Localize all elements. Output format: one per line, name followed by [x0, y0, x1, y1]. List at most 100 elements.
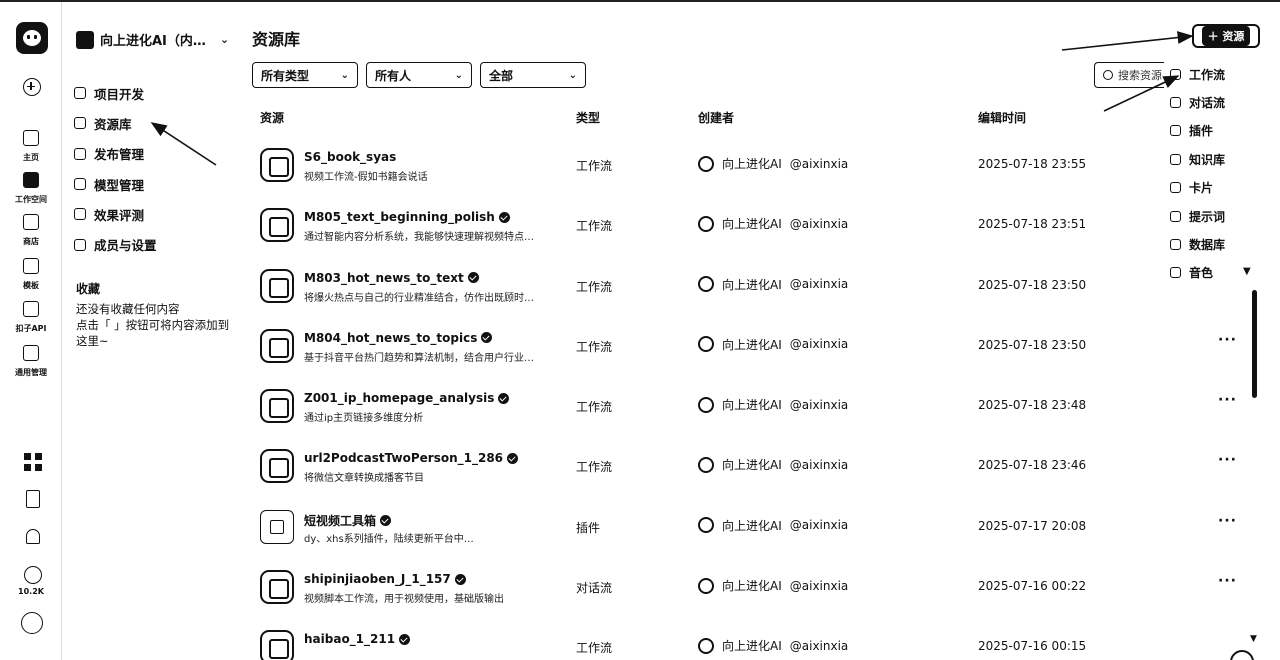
- sidebar-item-label: 资源库: [94, 116, 132, 132]
- rail-item-manage[interactable]: 通用管理: [0, 345, 62, 378]
- sidebar-item-publish[interactable]: 发布管理: [74, 139, 234, 169]
- creator-handle: @aixinxia: [789, 397, 849, 412]
- menu-item-plugin[interactable]: 插件: [1164, 117, 1260, 145]
- creator-handle: @aixinxia: [789, 156, 849, 171]
- table-row[interactable]: M804_hot_news_to_topics 基于抖音平台热门趋势和算法机制，结…: [240, 314, 1250, 374]
- menu-item-knowledge[interactable]: 知识库: [1164, 145, 1260, 173]
- resource-type: 工作流: [576, 400, 613, 415]
- workspace-name: 向上进化AI（内…: [100, 34, 206, 49]
- rail-item-home[interactable]: 主页: [0, 130, 62, 163]
- voice-icon: [1170, 267, 1181, 279]
- sidebar-item-project[interactable]: 项目开发: [74, 78, 234, 108]
- table-row[interactable]: 短视频工具箱 dy、xhs系列插件，陆续更新平台中… 插件 向上进化AI @aixinx…: [240, 495, 1250, 555]
- menu-item-workflow[interactable]: 工作流: [1164, 60, 1260, 88]
- edit-time: 2025-07-17 20:08: [978, 518, 1087, 533]
- more-actions-button[interactable]: ···: [1218, 513, 1237, 529]
- menu-item-chatflow[interactable]: 对话流: [1164, 88, 1260, 116]
- search-input[interactable]: 搜索资源: [1094, 62, 1174, 88]
- star-icon[interactable]: [24, 566, 42, 584]
- home-icon: [23, 130, 39, 146]
- column-header-type: 类型: [576, 111, 601, 125]
- sidebar-item-evaluation[interactable]: 效果评测: [74, 199, 234, 229]
- scroll-down-icon[interactable]: ▼: [1250, 634, 1257, 644]
- rail-item-store[interactable]: 商店: [0, 214, 62, 247]
- sidebar-item-library[interactable]: 资源库: [74, 108, 234, 138]
- resource-name: M803_hot_news_to_text: [304, 271, 479, 285]
- apps-grid-icon[interactable]: [24, 453, 42, 471]
- resource-name: haibao_1_211: [304, 632, 411, 646]
- pin-icon[interactable]: ▼: [1243, 266, 1251, 277]
- table-row[interactable]: Z001_ip_homepage_analysis 通过ip主页链接多维度分析 工作…: [240, 374, 1250, 434]
- resource-description: 基于抖音平台热门趋势和算法机制，结合用户行业…: [304, 352, 534, 364]
- resource-type: 工作流: [576, 339, 613, 354]
- menu-item-card[interactable]: 卡片: [1164, 174, 1260, 202]
- workspace-icon: [23, 172, 39, 188]
- bell-icon[interactable]: [26, 529, 40, 544]
- manage-icon: [23, 345, 39, 361]
- creator-avatar: [698, 577, 714, 594]
- store-icon: [23, 214, 39, 230]
- creator-avatar: [698, 155, 714, 172]
- more-actions-button[interactable]: ···: [1218, 332, 1237, 348]
- table-row[interactable]: haibao_1_211 工作流 向上进化AI @aixinxia 2025-07-16…: [240, 615, 1250, 660]
- rail-item-workspace[interactable]: 工作空间: [0, 172, 62, 205]
- scrollbar[interactable]: [1252, 290, 1257, 398]
- table-row[interactable]: S6_book_syas 视频工作流-假如书籍会说话 工作流 向上进化AI @aixin…: [240, 133, 1250, 193]
- more-actions-button[interactable]: ···: [1218, 392, 1237, 408]
- resource-name: M804_hot_news_to_topics: [304, 331, 493, 345]
- sidebar-item-label: 效果评测: [94, 207, 145, 223]
- creator-avatar: [698, 517, 714, 534]
- user-avatar[interactable]: [21, 612, 43, 634]
- more-actions-button[interactable]: ···: [1218, 452, 1237, 468]
- type-filter-select[interactable]: 所有类型 ⌄: [252, 62, 358, 88]
- members-icon: [74, 238, 86, 251]
- app-logo[interactable]: [16, 22, 48, 54]
- menu-item-label: 数据库: [1189, 238, 1226, 253]
- resource-name-text: url2PodcastTwoPerson_1_286: [304, 451, 504, 466]
- creator-name: 向上进化AI: [722, 579, 782, 594]
- rail-label: 扣子API: [15, 324, 47, 333]
- resource-creator: 向上进化AI @aixinxia: [698, 637, 848, 654]
- model-icon: [74, 178, 86, 191]
- table-header: 资源 类型 创建者 编辑时间: [252, 109, 1032, 129]
- owner-filter-select[interactable]: 所有人 ⌄: [366, 62, 472, 88]
- table-row[interactable]: M805_text_beginning_polish 通过智能内容分析系统，我能够…: [240, 193, 1250, 253]
- rail-item-api[interactable]: 扣子API: [0, 301, 62, 334]
- resource-name-text: Z001_ip_homepage_analysis: [304, 391, 495, 406]
- workspace-switcher[interactable]: 向上进化AI（内… ⌄: [76, 30, 229, 49]
- rail-item-template[interactable]: 模板: [0, 258, 62, 291]
- sidebar-item-label: 项目开发: [94, 86, 145, 102]
- table-row[interactable]: url2PodcastTwoPerson_1_286 将微信文章转换成播客节目 工作…: [240, 434, 1250, 494]
- rail-label: 工作空间: [15, 195, 47, 204]
- create-plus-icon[interactable]: [23, 78, 41, 96]
- search-icon: [1103, 70, 1113, 80]
- resource-name: 短视频工具箱: [304, 512, 392, 529]
- verified-badge-icon: [399, 633, 411, 645]
- menu-item-database[interactable]: 数据库: [1164, 230, 1260, 258]
- menu-item-prompt[interactable]: 提示词: [1164, 202, 1260, 230]
- workflow-icon: [260, 148, 294, 182]
- sidebar-item-members[interactable]: 成员与设置: [74, 229, 234, 259]
- rail-label: 模板: [23, 281, 39, 290]
- table-row[interactable]: M803_hot_news_to_text 将爆火热点与自己的行业精准结合，仿作出…: [240, 254, 1250, 314]
- status-filter-select[interactable]: 全部 ⌄: [480, 62, 586, 88]
- chevron-down-icon: ⌄: [568, 69, 577, 81]
- resource-name-text: M803_hot_news_to_text: [304, 270, 464, 285]
- edit-time: 2025-07-16 00:22: [978, 579, 1087, 594]
- menu-item-label: 知识库: [1189, 152, 1226, 167]
- more-actions-button[interactable]: ···: [1218, 573, 1237, 589]
- verified-badge-icon: [507, 452, 519, 464]
- verified-badge-icon: [481, 332, 493, 344]
- add-resource-button[interactable]: ＋ 资源: [1192, 24, 1260, 48]
- workspace-sidebar: 向上进化AI（内… ⌄ 项目开发 资源库 发布管理 模型管理 效果评测 成员与设…: [62, 2, 240, 660]
- table-row[interactable]: shipinjiaoben_J_1_157 视频脚本工作流，用于视频使用，基础版输…: [240, 555, 1250, 615]
- resource-name: url2PodcastTwoPerson_1_286: [304, 451, 519, 466]
- workflow-icon: [260, 449, 294, 484]
- sidebar-item-model[interactable]: 模型管理: [74, 169, 234, 199]
- edit-time: 2025-07-18 23:55: [978, 157, 1087, 171]
- workflow-icon: [260, 389, 294, 424]
- document-icon[interactable]: [26, 490, 40, 508]
- creator-avatar: [698, 336, 714, 353]
- workflow-icon: [260, 570, 294, 605]
- verified-badge-icon: [454, 573, 466, 585]
